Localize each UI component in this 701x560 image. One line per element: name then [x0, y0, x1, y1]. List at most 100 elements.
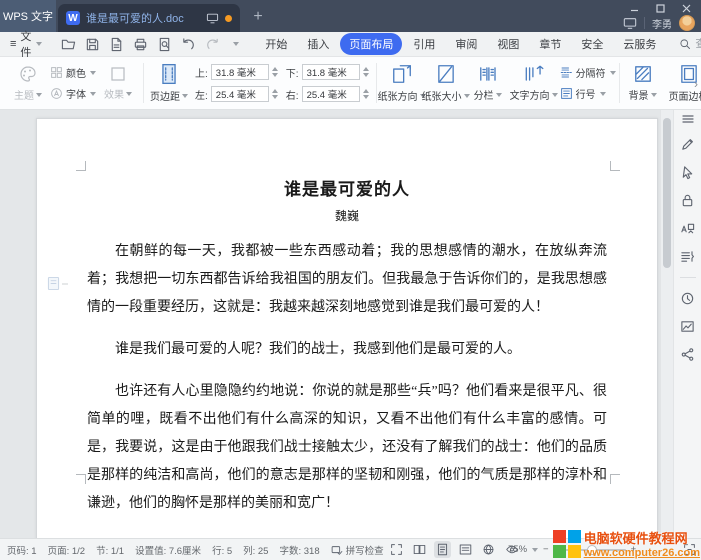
watermark-site-url: www.computer26.com: [583, 547, 700, 559]
paragraph-page-icon[interactable]: [47, 276, 68, 291]
background-button[interactable]: 背景: [623, 60, 663, 106]
user-name[interactable]: 李勇: [652, 16, 672, 31]
ribbon-expand-arrow[interactable]: ›: [694, 77, 698, 91]
chart-preview-icon[interactable]: [680, 319, 695, 334]
orientation-button[interactable]: 纸张方向: [377, 60, 426, 106]
document-title: 谁是最可爱的人: [284, 180, 410, 199]
tab-section[interactable]: 章节: [530, 33, 570, 55]
margin-bottom-input[interactable]: 31.8 毫米: [301, 64, 360, 80]
document-page[interactable]: 谁是最可爱的人 魏巍 在朝鲜的每一天，我都被一些东西感动着；我的思想感情的潮水，…: [36, 118, 658, 538]
file-menu-button[interactable]: ≡ 文件: [0, 28, 50, 60]
outline-view-button[interactable]: [457, 541, 474, 558]
share-icon[interactable]: [680, 347, 695, 362]
open-button[interactable]: [58, 35, 78, 53]
breaks-button[interactable]: 分隔符: [560, 65, 616, 80]
pen-icon[interactable]: [680, 137, 695, 152]
columns-label: 分栏: [473, 91, 494, 102]
orientation-icon: [392, 65, 411, 83]
fonts-icon: [51, 88, 62, 99]
paper-size-icon: [437, 65, 454, 83]
search-icon: [680, 39, 691, 49]
panel-handle-icon[interactable]: [681, 114, 695, 124]
tab-review[interactable]: 审阅: [446, 33, 486, 55]
file-menu-label: 文件: [20, 31, 32, 59]
theme-fonts-button[interactable]: 字体: [50, 86, 96, 101]
margin-top-stepper[interactable]: [271, 67, 278, 77]
toolbar-more-button[interactable]: [226, 35, 246, 53]
device-sync-icon[interactable]: [623, 17, 637, 30]
command-search[interactable]: [679, 38, 701, 50]
view-mode-switcher: [388, 541, 520, 558]
page-view-button[interactable]: [434, 541, 451, 558]
margin-right-input[interactable]: 25.4 毫米: [301, 86, 360, 102]
text-direction-icon: [525, 65, 544, 81]
avatar[interactable]: [679, 15, 695, 31]
spellcheck-button[interactable]: 拼写检查: [331, 543, 384, 557]
web-view-button[interactable]: [480, 541, 497, 558]
text-direction-button[interactable]: 文字方向: [508, 60, 560, 106]
status-word-count[interactable]: 字数: 318: [279, 543, 319, 557]
theme-colors-button[interactable]: 颜色: [50, 65, 96, 80]
wps-doc-icon-letter: W: [68, 12, 78, 24]
vertical-scrollbar[interactable]: [660, 110, 673, 538]
quick-access-toolbar: [58, 35, 246, 53]
translate-icon[interactable]: [680, 221, 695, 236]
save-button[interactable]: [82, 35, 102, 53]
theme-colors-label: 颜色: [66, 69, 86, 80]
cursor-select-icon[interactable]: [680, 165, 695, 180]
spin-down-icon: [271, 73, 278, 77]
print-button[interactable]: [130, 35, 150, 53]
lock-icon[interactable]: [680, 193, 695, 208]
margins-icon: [162, 63, 176, 85]
export-pdf-button[interactable]: [106, 35, 126, 53]
chevron-down-icon: [599, 91, 606, 96]
print-preview-button[interactable]: [154, 35, 174, 53]
zoom-level[interactable]: 75%: [508, 544, 527, 555]
search-input[interactable]: [695, 38, 701, 50]
zoom-out-button[interactable]: −: [543, 544, 549, 555]
orientation-label: 纸张方向: [377, 92, 418, 103]
tab-references[interactable]: 引用: [404, 33, 444, 55]
chevron-down-icon: [551, 92, 558, 97]
chevron-down-icon: [36, 42, 43, 46]
history-icon[interactable]: [680, 291, 695, 306]
line-numbers-button[interactable]: 行号: [560, 86, 616, 101]
new-tab-button[interactable]: +: [248, 6, 268, 28]
paragraph-settings-icon[interactable]: [680, 249, 695, 264]
theme-button[interactable]: 主题: [6, 60, 50, 106]
redo-button[interactable]: [202, 35, 222, 53]
margin-bottom-stepper[interactable]: [362, 67, 369, 77]
book-view-button[interactable]: [411, 541, 428, 558]
palette-icon: [20, 66, 36, 82]
fullscreen-view-button[interactable]: [388, 541, 405, 558]
margin-top-label: 上:: [195, 68, 208, 80]
columns-button[interactable]: 分栏: [468, 60, 508, 106]
margin-left-input[interactable]: 25.4 毫米: [210, 86, 269, 102]
undo-button[interactable]: [178, 35, 198, 53]
margin-right-stepper[interactable]: [362, 89, 369, 99]
menubar: ≡ 文件 开始 插入 页面布局 引用 审阅 视图 章节 安全 云服务 查找命令: [0, 31, 701, 59]
tab-home[interactable]: 开始: [256, 33, 296, 55]
margin-top-input[interactable]: 31.8 毫米: [210, 64, 269, 80]
margins-button[interactable]: 页边距: [147, 60, 191, 106]
theme-effects-button[interactable]: 效果: [96, 60, 140, 106]
chevron-down-icon: [650, 92, 657, 97]
tab-security[interactable]: 安全: [572, 33, 612, 55]
margin-mark: [610, 161, 620, 171]
margin-left-stepper[interactable]: [271, 89, 278, 99]
margins-label: 页边距: [150, 92, 180, 103]
paper-size-label: 纸张大小: [421, 92, 462, 103]
zoom-caret-icon[interactable]: [532, 547, 539, 552]
titlebar: WPS 文字 W 谁是最可爱的人.doc + 李勇: [0, 0, 701, 32]
spin-up-icon: [271, 67, 278, 71]
tab-page-layout[interactable]: 页面布局: [340, 33, 403, 55]
document-tab[interactable]: W 谁是最可爱的人.doc: [58, 4, 240, 32]
scrollbar-thumb[interactable]: [663, 118, 671, 268]
tab-view[interactable]: 视图: [488, 33, 528, 55]
document-canvas[interactable]: 谁是最可爱的人 魏巍 在朝鲜的每一天，我都被一些东西感动着；我的思想感情的潮水，…: [0, 110, 673, 538]
chevron-down-icon: [36, 92, 42, 97]
tab-insert[interactable]: 插入: [298, 33, 338, 55]
paper-size-button[interactable]: 纸张大小: [421, 60, 470, 106]
tab-cloud[interactable]: 云服务: [614, 33, 665, 55]
margin-mark: [610, 474, 620, 484]
